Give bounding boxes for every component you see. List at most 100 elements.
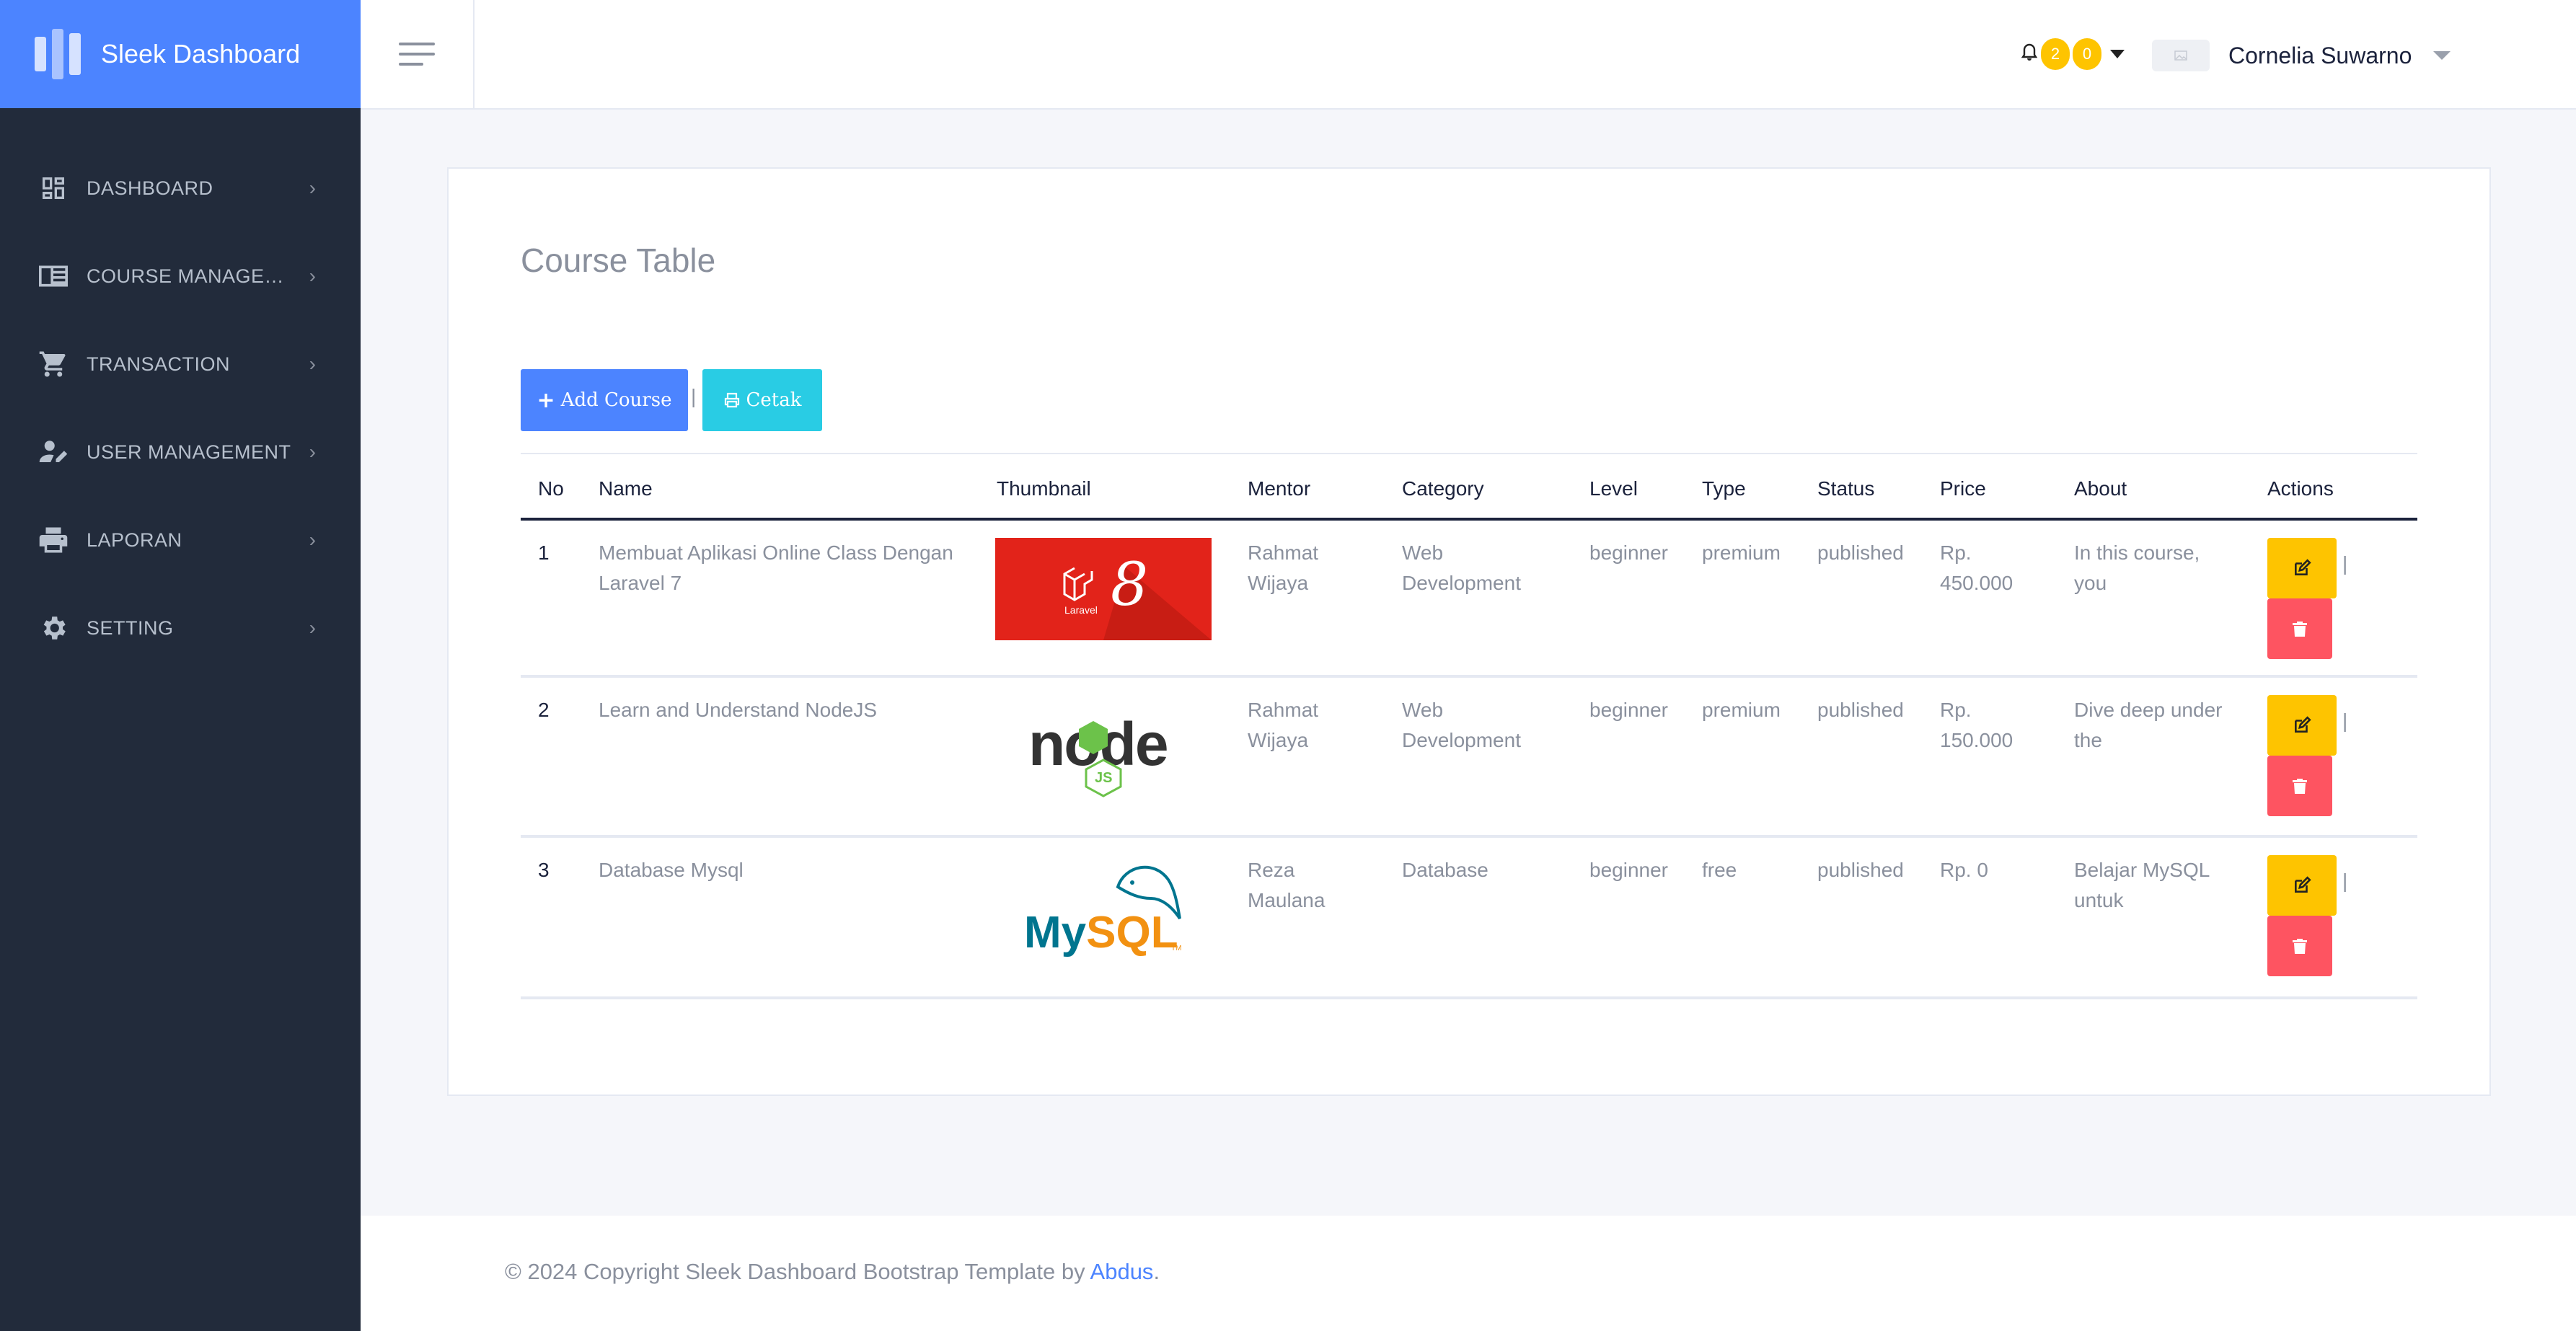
column-header: Status	[1817, 477, 1875, 500]
chevron-right-icon: ›	[309, 529, 316, 551]
notification-dropdown[interactable]: 2 0	[2021, 35, 2125, 74]
table-row: 3 Database Mysql MySQL TM Reza Maulana D…	[521, 838, 2417, 999]
brand-logo-icon	[35, 29, 81, 79]
sidebar: Sleek Dashboard DASHBOARD › COURSE MANAG…	[0, 0, 361, 1331]
cell-category: Web Development	[1402, 699, 1521, 751]
cell-name: Database Mysql	[599, 859, 744, 881]
course-icon	[38, 260, 69, 292]
cell-type: free	[1702, 859, 1737, 881]
column-header: Thumbnail	[997, 477, 1091, 500]
cart-icon	[38, 348, 69, 380]
chevron-right-icon: ›	[309, 353, 316, 375]
column-header: Category	[1402, 477, 1484, 500]
delete-button[interactable]	[2267, 598, 2332, 659]
caret-down-icon	[2433, 51, 2451, 60]
cell-status: published	[1817, 859, 1904, 881]
edit-button[interactable]	[2267, 855, 2337, 916]
column-header: Mentor	[1248, 477, 1311, 500]
sidebar-item-label: COURSE MANAGEMENT	[87, 265, 294, 287]
sidebar-item-dashboard[interactable]: DASHBOARD ›	[0, 144, 361, 232]
cell-mentor: Reza Maulana	[1248, 859, 1326, 911]
edit-icon	[2295, 559, 2311, 575]
cell-mentor: Rahmat Wijaya	[1248, 699, 1319, 751]
page-title: Course Table	[521, 242, 716, 279]
edit-icon	[2295, 876, 2311, 893]
column-header: Type	[1702, 477, 1746, 500]
printer-icon	[38, 524, 69, 556]
thumbnail-caption: JS	[1095, 770, 1113, 786]
column-header: About	[2074, 477, 2127, 500]
brand[interactable]: Sleek Dashboard	[0, 0, 361, 108]
action-separator: |	[2342, 552, 2348, 575]
footer-copyright: © 2024 Copyright Sleek Dashboard Bootstr…	[505, 1259, 1160, 1285]
caret-down-icon	[2110, 50, 2125, 58]
add-course-button[interactable]: + Add Course	[521, 369, 688, 431]
footer-text: © 2024 Copyright Sleek Dashboard Bootstr…	[505, 1259, 1090, 1284]
table-row: 2 Learn and Understand NodeJS node JS Ra…	[521, 678, 2417, 838]
footer-suffix: .	[1153, 1259, 1160, 1284]
user-menu[interactable]: Cornelia Suwarno	[2152, 37, 2451, 74]
sidebar-item-course-management[interactable]: COURSE MANAGEMENT ›	[0, 232, 361, 320]
cell-name: Learn and Understand NodeJS	[599, 699, 878, 721]
course-thumbnail[interactable]: MySQL TM	[995, 855, 1212, 958]
edit-button[interactable]	[2267, 695, 2337, 756]
course-table: No Name Thumbnail Mentor Category Level …	[521, 453, 2417, 999]
notification-badge: 2	[2041, 38, 2070, 70]
trash-icon	[2293, 622, 2307, 637]
message-badge: 0	[2073, 38, 2101, 70]
column-header: Actions	[2267, 477, 2334, 500]
cell-type: premium	[1702, 699, 1781, 721]
chevron-right-icon: ›	[309, 441, 316, 463]
footer-author-link[interactable]: Abdus	[1090, 1259, 1154, 1284]
trash-icon	[2293, 939, 2307, 954]
cell-category: Database	[1402, 859, 1488, 881]
printer-icon	[723, 392, 741, 409]
sidebar-item-label: USER MANAGEMENT	[87, 441, 291, 463]
sidebar-item-laporan[interactable]: LAPORAN ›	[0, 496, 361, 584]
brand-title: Sleek Dashboard	[101, 39, 301, 68]
sidebar-item-label: LAPORAN	[87, 529, 182, 551]
cell-level: beginner	[1589, 541, 1668, 564]
print-button[interactable]: Cetak	[702, 369, 822, 431]
course-thumbnail[interactable]: Laravel 8	[995, 538, 1212, 640]
cell-price: Rp. 0	[1940, 859, 1988, 881]
thumbnail-caption: Laravel	[1064, 604, 1098, 616]
delete-button[interactable]	[2267, 756, 2332, 816]
cell-level: beginner	[1589, 859, 1668, 881]
chevron-right-icon: ›	[309, 265, 316, 287]
action-separator: |	[2342, 870, 2348, 892]
trash-icon	[2293, 779, 2307, 794]
action-separator: |	[2342, 709, 2348, 732]
sidebar-item-setting[interactable]: SETTING ›	[0, 584, 361, 672]
column-header: Price	[1940, 477, 1986, 500]
cell-price: Rp. 450.000	[1940, 541, 2013, 594]
sidebar-item-label: TRANSACTION	[87, 353, 231, 375]
cell-about: Dive deep under the	[2074, 699, 2223, 751]
cell-status: published	[1817, 699, 1904, 721]
cell-no: 2	[538, 699, 550, 721]
cell-mentor: Rahmat Wijaya	[1248, 541, 1319, 594]
chevron-right-icon: ›	[309, 616, 316, 639]
sidebar-item-transaction[interactable]: TRANSACTION ›	[0, 320, 361, 408]
course-thumbnail[interactable]: node JS	[995, 695, 1212, 797]
cell-about: In this course, you	[2074, 541, 2200, 594]
column-header: Name	[599, 477, 653, 500]
top-header: 2 0 Cornelia Suwarno	[361, 0, 2576, 110]
dashboard-icon	[38, 172, 69, 204]
sidebar-item-user-management[interactable]: USER MANAGEMENT ›	[0, 408, 361, 496]
user-name: Cornelia Suwarno	[2228, 42, 2412, 68]
delete-button[interactable]	[2267, 916, 2332, 976]
table-header: No Name Thumbnail Mentor Category Level …	[521, 453, 2417, 521]
column-header: No	[538, 477, 564, 500]
sidebar-toggle-button[interactable]	[361, 0, 475, 108]
cell-status: published	[1817, 541, 1904, 564]
chevron-right-icon: ›	[309, 177, 316, 199]
cell-price: Rp. 150.000	[1940, 699, 2013, 751]
cell-type: premium	[1702, 541, 1781, 564]
course-table-card: Course Table + Add Course | Cetak No Nam…	[447, 167, 2491, 1096]
edit-button[interactable]	[2267, 538, 2337, 598]
gear-icon	[38, 612, 69, 644]
sidebar-item-label: SETTING	[87, 616, 174, 639]
button-separator: |	[691, 385, 697, 407]
thumbnail-big-text: MySQL	[1024, 908, 1178, 958]
